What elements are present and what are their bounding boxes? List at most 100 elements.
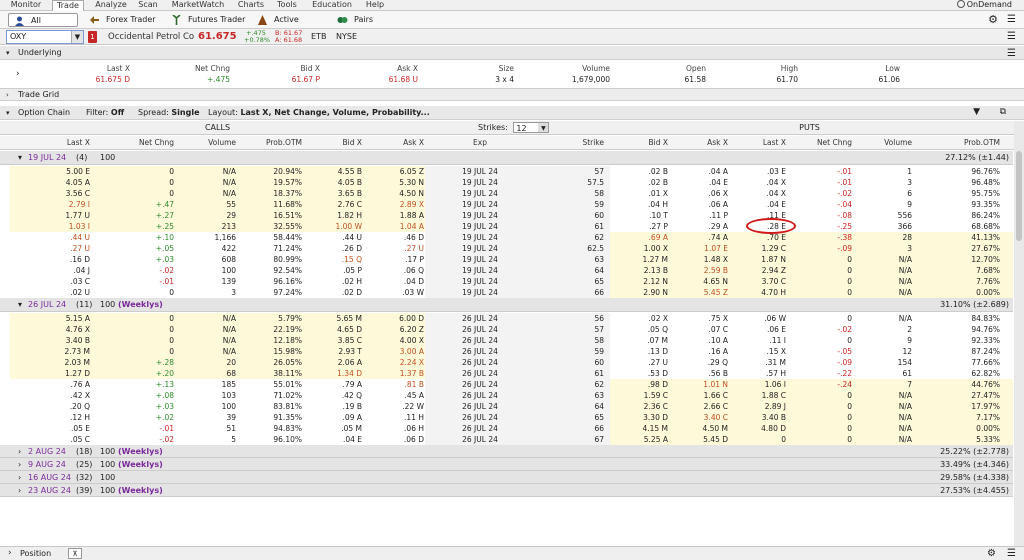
chain-cell[interactable]: .29 A xyxy=(673,221,728,232)
chain-cell[interactable]: 5.25 A xyxy=(613,434,668,445)
chain-cell[interactable]: .17 P xyxy=(369,254,424,265)
menu-icon[interactable]: ☰ xyxy=(1007,548,1016,559)
chain-cell[interactable]: 1.88 C xyxy=(731,390,786,401)
menu-tab-help[interactable]: Help xyxy=(362,0,388,11)
chain-cell[interactable]: 4.76 X xyxy=(30,324,90,335)
chain-scrollbar[interactable] xyxy=(1014,121,1024,546)
scrollbar-thumb[interactable] xyxy=(1016,151,1022,241)
chain-cell[interactable]: .98 D xyxy=(613,379,668,390)
chain-cell[interactable]: -.05 xyxy=(792,346,852,357)
chain-cell[interactable]: .05 C xyxy=(30,434,90,445)
chain-cell[interactable]: .06 H xyxy=(369,423,424,434)
chain-cell[interactable]: -.24 xyxy=(792,379,852,390)
chain-cell[interactable]: .07 M xyxy=(613,335,668,346)
chain-cell[interactable]: .02 U xyxy=(30,287,90,298)
chain-cell[interactable]: .03 C xyxy=(30,276,90,287)
chain-cell[interactable]: +.13 xyxy=(114,379,174,390)
chain-cell[interactable]: .05 M xyxy=(307,423,362,434)
chain-cell[interactable]: 2.94 Z xyxy=(731,265,786,276)
chain-cell[interactable]: 1.48 X xyxy=(673,254,728,265)
chain-cell[interactable]: -.01 xyxy=(792,177,852,188)
chain-cell[interactable]: -.02 xyxy=(114,265,174,276)
chain-cell[interactable]: 0 xyxy=(114,335,174,346)
chain-cell[interactable]: 4.65 D xyxy=(307,324,362,335)
chain-cell[interactable]: 1.29 C xyxy=(731,243,786,254)
spread-dropdown[interactable]: Spread: Single xyxy=(138,106,200,120)
strikes-control[interactable]: Strikes: 12 ▼ xyxy=(478,122,550,134)
chain-cell[interactable]: 6.20 Z xyxy=(369,324,424,335)
chain-cell[interactable]: .05 P xyxy=(307,265,362,276)
chain-cell[interactable]: 0 xyxy=(114,346,174,357)
chevron-right-icon[interactable]: › xyxy=(18,445,21,458)
chain-cell[interactable]: 2.73 M xyxy=(30,346,90,357)
chain-cell[interactable]: 2.03 M xyxy=(30,357,90,368)
chain-cell[interactable]: .03 E xyxy=(731,166,786,177)
chain-cell[interactable]: 0 xyxy=(792,423,852,434)
column-header[interactable]: Ask X xyxy=(369,136,424,150)
chain-cell[interactable]: .09 A xyxy=(307,412,362,423)
chain-cell[interactable]: 1.37 B xyxy=(369,368,424,379)
expiration-group-header[interactable]: › 2 AUG 24 (18) 100 (Weeklys) 25.22% (±2.778) xyxy=(0,445,1013,458)
layout-menu-icon[interactable]: ☰ xyxy=(1007,14,1016,25)
chain-cell[interactable]: 1.87 N xyxy=(731,254,786,265)
expiration-group-header[interactable]: › 23 AUG 24 (39) 100 (Weeklys) 27.53% (±4.455… xyxy=(0,484,1013,497)
column-header[interactable]: Volume xyxy=(181,136,236,150)
chain-cell[interactable]: .16 D xyxy=(30,254,90,265)
chain-cell[interactable]: .27 U xyxy=(369,243,424,254)
chain-cell[interactable]: 1.01 N xyxy=(673,379,728,390)
chain-cell[interactable]: .02 X xyxy=(613,313,668,324)
chain-cell[interactable]: .27 U xyxy=(613,357,668,368)
chain-cell[interactable]: 1.88 A xyxy=(369,210,424,221)
column-header[interactable]: Last X xyxy=(731,136,786,150)
chain-cell[interactable]: .11 P xyxy=(673,210,728,221)
chain-cell[interactable]: .02 B xyxy=(613,166,668,177)
chain-cell[interactable]: -.08 xyxy=(792,210,852,221)
chain-cell[interactable]: 2.12 N xyxy=(613,276,668,287)
chain-cell[interactable]: 0 xyxy=(792,313,852,324)
chain-cell[interactable]: .04 H xyxy=(613,199,668,210)
chain-cell[interactable]: 4.65 N xyxy=(673,276,728,287)
menu-tab-tools[interactable]: Tools xyxy=(272,0,302,11)
filter-dropdown[interactable]: Filter: Off xyxy=(86,106,124,120)
chain-cell[interactable]: .44 U xyxy=(307,232,362,243)
chain-cell[interactable]: 1.03 I xyxy=(30,221,90,232)
chain-cell[interactable]: +.08 xyxy=(114,390,174,401)
column-header[interactable]: Strike xyxy=(554,136,604,150)
chain-cell[interactable]: 4.05 A xyxy=(30,177,90,188)
chevron-right-icon[interactable]: › xyxy=(6,89,9,101)
menu-icon[interactable]: ☰ xyxy=(1007,31,1016,42)
chain-cell[interactable]: -.09 xyxy=(792,243,852,254)
chain-cell[interactable]: 1.59 C xyxy=(613,390,668,401)
chain-cell[interactable]: .76 A xyxy=(30,379,90,390)
chain-cell[interactable]: .42 X xyxy=(30,390,90,401)
chain-cell[interactable]: .16 A xyxy=(673,346,728,357)
chain-cell[interactable]: .75 X xyxy=(673,313,728,324)
chain-cell[interactable]: 0 xyxy=(792,390,852,401)
chain-cell[interactable]: 0 xyxy=(792,276,852,287)
chain-cell[interactable]: .11 H xyxy=(369,412,424,423)
column-header[interactable]: Net Chng xyxy=(792,136,852,150)
chain-cell[interactable]: .06 Q xyxy=(369,265,424,276)
chain-cell[interactable]: 4.15 M xyxy=(613,423,668,434)
chain-cell[interactable]: -.02 xyxy=(792,324,852,335)
underlying-header[interactable]: ▾ Underlying ☰ xyxy=(0,46,1024,60)
menu-tab-charts[interactable]: Charts xyxy=(234,0,268,11)
chain-cell[interactable]: .81 B xyxy=(369,379,424,390)
chain-cell[interactable]: .06 D xyxy=(369,434,424,445)
chain-cell[interactable]: 3.40 B xyxy=(30,335,90,346)
chain-cell[interactable]: 4.05 B xyxy=(307,177,362,188)
chain-cell[interactable]: 1.00 X xyxy=(613,243,668,254)
chain-cell[interactable]: 6.00 D xyxy=(369,313,424,324)
chevron-right-icon[interactable]: › xyxy=(18,484,21,497)
chain-cell[interactable]: .19 B xyxy=(307,401,362,412)
expiration-group-header[interactable]: › 9 AUG 24 (25) 100 (Weeklys) 33.49% (±4.346) xyxy=(0,458,1013,471)
chain-cell[interactable]: .42 Q xyxy=(307,390,362,401)
column-header[interactable]: Net Chng xyxy=(114,136,174,150)
chain-cell[interactable]: 0 xyxy=(114,188,174,199)
collapse-icon[interactable]: ▼ xyxy=(973,107,980,117)
chain-cell[interactable]: 2.36 C xyxy=(613,401,668,412)
chain-cell[interactable]: 2.79 I xyxy=(30,199,90,210)
chain-cell[interactable]: .57 H xyxy=(731,368,786,379)
chain-cell[interactable]: .27 U xyxy=(30,243,90,254)
menu-tab-education[interactable]: Education xyxy=(308,0,356,11)
